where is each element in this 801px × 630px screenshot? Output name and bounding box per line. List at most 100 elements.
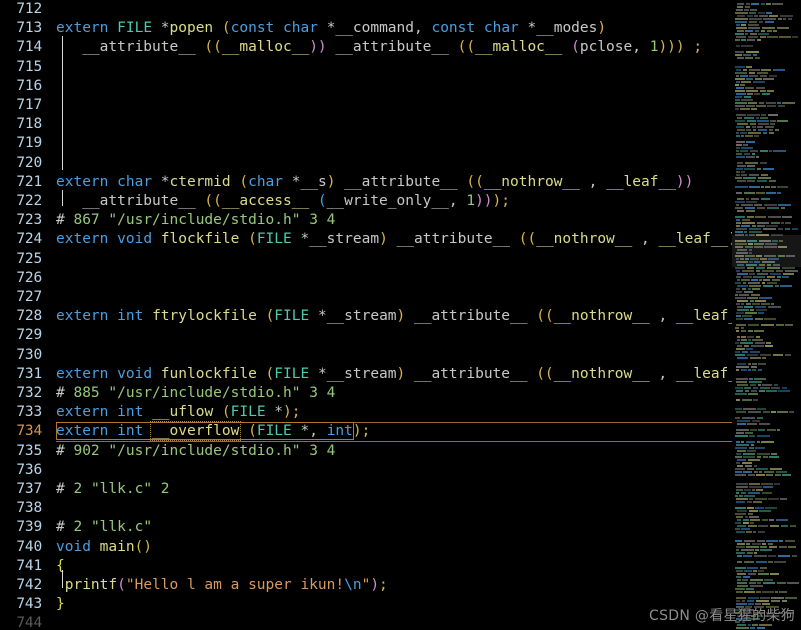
minimap-line-segment (776, 471, 787, 473)
minimap-line-segment (771, 453, 777, 455)
line-number: 722 (16, 193, 42, 209)
code-line[interactable]: 719 (0, 134, 732, 153)
code-line[interactable]: 741 { (0, 557, 732, 576)
minimap-line-segment (744, 9, 749, 11)
code-line[interactable]: 718 (0, 115, 732, 134)
code-editor-pane[interactable]: 712 713 extern FILE *popen (const char *__… (0, 0, 732, 630)
token: { (56, 557, 65, 574)
code-line[interactable]: 735 # 902 "/usr/include/stdio.h" 3 4 (0, 442, 732, 461)
code-line[interactable]: 726 (0, 269, 732, 288)
code-line[interactable]: 716 (0, 77, 732, 96)
minimap-line-segment (735, 216, 745, 218)
minimap-line-segment (767, 282, 777, 284)
code-line[interactable]: 714 __attribute__ ((__malloc__)) __attri… (0, 38, 732, 57)
code-line[interactable]: 722 __attribute__ ((__access__ (__write_… (0, 192, 732, 211)
minimap-line-segment (751, 345, 764, 347)
code-line[interactable]: 737 # 2 "llk.c" 2 (0, 480, 732, 499)
minimap-line-segment (735, 255, 744, 257)
code-line[interactable]: 740 void main() (0, 538, 732, 557)
minimap-line-segment (741, 441, 744, 443)
minimap-line-segment (749, 186, 760, 188)
minimap-line-segment (735, 342, 739, 344)
code-line[interactable]: 732 # 885 "/usr/include/stdio.h" 3 4 (0, 384, 732, 403)
minimap-line-segment (760, 597, 770, 599)
token: "llk.c" (90, 519, 153, 536)
minimap-line-segment (736, 126, 744, 128)
code-line[interactable]: 739 # 2 "llk.c" (0, 518, 732, 537)
code-line[interactable]: 729 (0, 326, 732, 345)
code-line[interactable]: 723 # 867 "/usr/include/stdio.h" 3 4 (0, 211, 732, 230)
minimap-line-segment (736, 591, 743, 593)
minimap-line-segment (746, 531, 752, 533)
minimap-line-segment (737, 210, 744, 212)
minimap-line-segment (777, 102, 781, 104)
minimap-line-segment (749, 285, 761, 287)
code-line[interactable]: 725 (0, 250, 732, 269)
code-line[interactable]: 713 extern FILE *popen (const char *__com… (0, 19, 732, 38)
minimap-line-segment (740, 258, 744, 260)
token: extern (56, 365, 109, 382)
code-line[interactable]: 743} (0, 595, 732, 614)
code-line[interactable]: 731 extern void funlockfile (FILE *__stre… (0, 365, 732, 384)
minimap-line-segment (777, 120, 788, 122)
token: __leaf_ (675, 365, 732, 382)
minimap-line-segment (748, 369, 751, 371)
code-line[interactable]: 733 extern int __uflow (FILE *); (0, 403, 732, 422)
code-line[interactable]: 724 extern void flockfile (FILE *__stream… (0, 230, 732, 249)
minimap-line-segment (780, 285, 792, 287)
minimap-line-segment (771, 600, 780, 602)
token: flockfile (160, 231, 240, 248)
minimap-line-segment (735, 435, 748, 437)
minimap-line-segment (768, 561, 773, 563)
code-line[interactable]: 736 (0, 461, 732, 480)
code-line[interactable]: 727 (0, 288, 732, 307)
token: ) (352, 423, 362, 440)
code-line[interactable]: 712 (0, 0, 732, 19)
minimap-line-segment (741, 204, 753, 206)
token: 1 (466, 193, 476, 209)
minimap-line-segment (743, 144, 748, 146)
token: (( (204, 193, 222, 209)
minimap-line-segment (735, 12, 748, 14)
token: 3 (309, 212, 318, 229)
code-line[interactable]: 728 extern int ftrylockfile (FILE *__stre… (0, 307, 732, 326)
minimap-line-segment (758, 369, 762, 371)
code-line[interactable]: 742 printf("Hello l am a super ikun!\n")… (0, 576, 732, 595)
minimap-line-segment (736, 288, 740, 290)
code-line[interactable]: 738 (0, 499, 732, 518)
code-line[interactable]: 721 extern char *ctermid (char *__s) __at… (0, 173, 732, 192)
code-line[interactable]: 720 (0, 154, 732, 173)
token: , (579, 173, 607, 190)
minimap-line-segment (750, 351, 760, 353)
minimap-line-segment (771, 597, 784, 599)
minimap-line-segment (755, 216, 766, 218)
code-line[interactable]: 730 (0, 346, 732, 365)
code-line[interactable]: 744 (0, 614, 732, 630)
token: int (117, 308, 144, 325)
minimap-line-segment (744, 117, 754, 119)
code-line[interactable]: 734 extern int __overflow (FILE *, int); (0, 421, 732, 443)
minimap-line-segment (743, 519, 749, 521)
token: FILE (256, 231, 292, 248)
minimap-line-segment (748, 102, 757, 104)
minimap-line-segment (743, 576, 750, 578)
token: (( (536, 308, 554, 325)
minimap-line-segment (745, 312, 757, 314)
minimap-line-segment (737, 420, 750, 422)
line-number: 740 (16, 538, 42, 555)
minimap[interactable] (732, 0, 801, 630)
minimap-line-segment (777, 27, 789, 29)
code-line[interactable]: 717 (0, 96, 732, 115)
minimap-line-segment (775, 285, 779, 287)
code-line[interactable]: 715 (0, 58, 732, 77)
minimap-line-segment (755, 447, 765, 449)
token: ) (492, 193, 502, 209)
minimap-line-segment (736, 258, 739, 260)
minimap-line-segment (736, 252, 748, 254)
minimap-line-segment (741, 330, 746, 332)
